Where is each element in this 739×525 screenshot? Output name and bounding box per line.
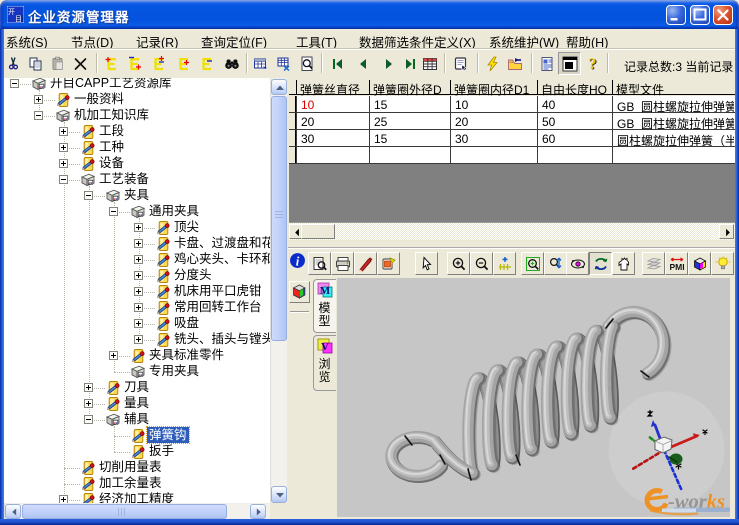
svg-text:PMI: PMI xyxy=(669,262,684,272)
svg-text:?: ? xyxy=(589,56,597,72)
svg-text:M: M xyxy=(320,285,331,297)
svg-text:目: 目 xyxy=(15,15,22,23)
svg-text:开: 开 xyxy=(8,8,15,16)
svg-text:i: i xyxy=(296,254,300,268)
svg-text:V: V xyxy=(321,341,329,353)
